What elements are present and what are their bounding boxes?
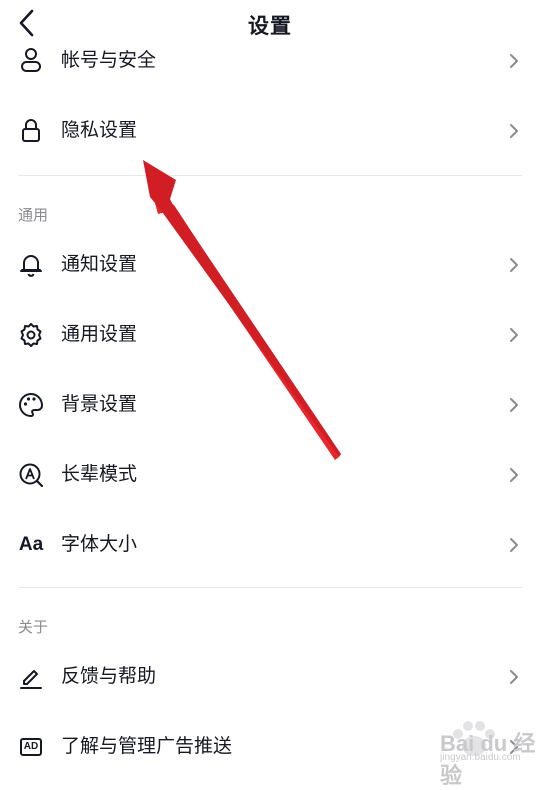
section-title-about: 关于 [18,618,49,636]
elder-mode-icon [17,461,45,489]
font-size-icon-text: Aa [18,534,44,555]
settings-item-label: 背景设置 [61,393,138,415]
section-divider [18,175,522,176]
settings-item-label: 了解与管理广告推送 [61,735,233,757]
settings-item-background[interactable]: 背景设置 [0,376,540,432]
settings-item-font-size[interactable]: Aa 字体大小 [0,516,540,572]
bell-icon [17,251,45,279]
chevron-right-icon [510,468,518,482]
settings-item-label: 通知设置 [61,253,138,275]
chevron-right-icon [510,124,518,138]
edit-icon [17,663,45,691]
chevron-right-icon [510,258,518,272]
settings-item-label: 反馈与帮助 [61,665,157,687]
settings-item-elder-mode[interactable]: 长辈模式 [0,446,540,502]
section-title-general: 通用 [18,206,49,224]
chevron-right-icon [510,670,518,684]
settings-item-general[interactable]: 通用设置 [0,306,540,362]
palette-icon [17,391,45,419]
ad-icon-text: AD [19,738,43,756]
chevron-right-icon [510,54,518,68]
user-icon [17,47,45,75]
settings-item-privacy[interactable]: 隐私设置 [0,102,540,158]
settings-item-label: 字体大小 [61,533,138,555]
chevron-right-icon [510,398,518,412]
settings-item-label: 通用设置 [61,323,138,345]
gear-icon [17,321,45,349]
settings-item-label: 隐私设置 [61,119,138,141]
section-divider [18,587,522,588]
settings-item-notifications[interactable]: 通知设置 [0,236,540,292]
settings-item-label: 长辈模式 [61,463,138,485]
settings-item-label: 帐号与安全 [61,49,157,71]
ad-icon: AD [17,733,45,761]
lock-icon [17,117,45,145]
chevron-right-icon [510,328,518,342]
font-size-icon: Aa [17,531,45,559]
settings-item-account[interactable]: 帐号与安全 [0,32,540,88]
settings-item-feedback[interactable]: 反馈与帮助 [0,648,540,704]
watermark-url: jingyan.baidu.com [440,752,521,763]
chevron-right-icon [510,538,518,552]
